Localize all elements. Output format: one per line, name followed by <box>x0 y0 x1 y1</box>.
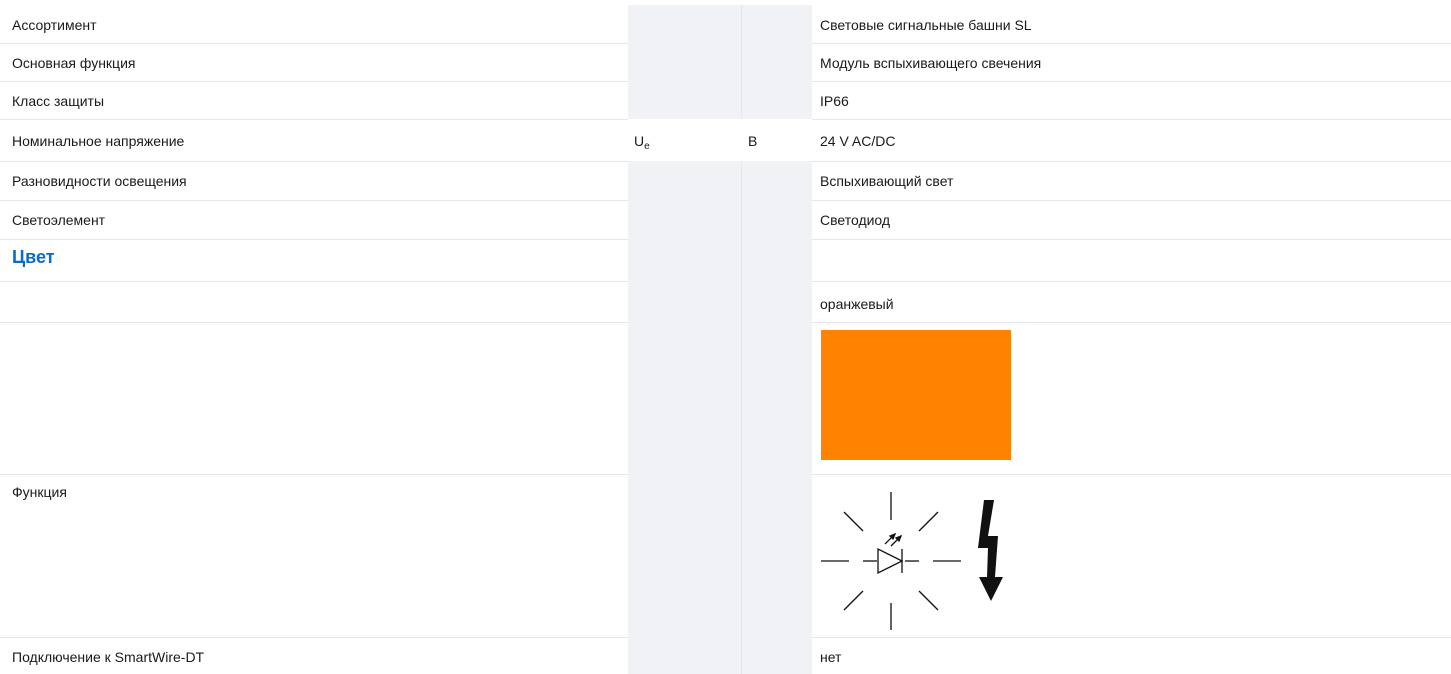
color-swatch-row <box>0 322 1451 475</box>
table-row: Разновидности освещения Вспыхивающий све… <box>0 161 1451 201</box>
row-value: Световые сигнальные башни SL <box>820 17 1032 33</box>
function-icon <box>821 492 1003 630</box>
table-row: Основная функция Модуль вспыхивающего св… <box>0 43 1451 82</box>
symbol-label: Ue <box>634 133 650 152</box>
table-row: оранжевый <box>0 281 1451 323</box>
flashing-led-icon <box>821 492 961 630</box>
section-heading: Цвет <box>12 247 55 267</box>
unit-label: В <box>748 133 758 149</box>
color-swatch <box>821 330 1011 460</box>
row-value: 24 V AC/DC <box>820 133 896 149</box>
table-row: Номинальное напряжение Ue В 24 V AC/DC <box>0 119 1451 162</box>
row-value: нет <box>820 649 842 665</box>
row-value: Вспыхивающий свет <box>820 173 954 189</box>
row-value: оранжевый <box>820 296 894 312</box>
row-label: Основная функция <box>12 55 136 71</box>
row-label: Разновидности освещения <box>12 173 187 189</box>
table-row: Класс защиты IP66 <box>0 81 1451 120</box>
row-label: Светоэлемент <box>12 212 106 228</box>
row-value: Светодиод <box>820 212 891 228</box>
table-row: Подключение к SmartWire-DT нет <box>0 637 1451 674</box>
lightning-arrow-icon <box>978 500 1003 601</box>
row-label: Класс защиты <box>12 93 105 109</box>
table-row: Светоэлемент Светодиод <box>0 200 1451 240</box>
row-label: Подключение к SmartWire-DT <box>12 649 205 665</box>
table-row: Ассортимент Световые сигнальные башни SL <box>0 5 1451 44</box>
row-value: IP66 <box>820 93 849 109</box>
row-value: Модуль вспыхивающего свечения <box>820 55 1042 71</box>
section-heading-row: Цвет <box>0 239 1451 282</box>
row-label: Ассортимент <box>12 17 97 33</box>
row-label: Номинальное напряжение <box>12 133 185 149</box>
row-label: Функция <box>12 484 67 500</box>
table-row: Функция <box>0 474 1451 638</box>
